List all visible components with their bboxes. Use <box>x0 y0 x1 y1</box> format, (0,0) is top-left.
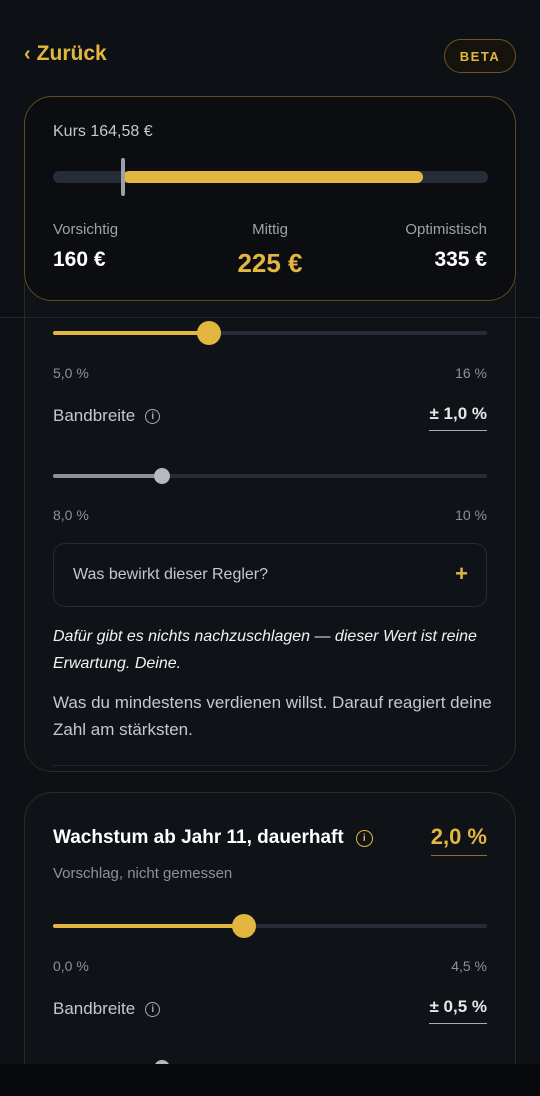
back-label: Zurück <box>36 42 107 65</box>
kurs-range-fill <box>122 171 423 183</box>
bandbreite-label: Bandbreite <box>53 999 136 1018</box>
faq-question: Was bewirkt dieser Regler? <box>73 566 269 583</box>
bandbreite-value[interactable]: ± 0,5 % <box>429 997 487 1024</box>
growth-title-row: Wachstum ab Jahr 11, dauerhaft i <box>53 827 373 849</box>
growth-slider-min: 0,0 % <box>53 958 89 974</box>
faq-accordion[interactable]: Was bewirkt dieser Regler? + <box>53 543 487 607</box>
info-icon[interactable]: i <box>145 408 161 424</box>
back-button[interactable]: ‹ Zurück <box>24 42 107 66</box>
growth-subtitle: Vorschlag, nicht gemessen <box>53 865 233 882</box>
band-slider-min: 8,0 % <box>53 507 89 523</box>
plus-icon[interactable]: + <box>455 561 468 587</box>
growth-value[interactable]: 2,0 % <box>430 824 487 856</box>
return-slider-min: 5,0 % <box>53 365 89 381</box>
sticky-divider <box>0 317 540 318</box>
scenario-high-value: 335 € <box>434 248 487 271</box>
band-slider-fill <box>53 474 162 478</box>
bandbreite-label-row: Bandbreite i <box>53 999 161 1019</box>
scenario-high-label: Optimistisch <box>405 221 487 238</box>
card-divider <box>53 765 487 766</box>
bandbreite-label: Bandbreite <box>53 406 136 425</box>
note-italic: Dafür gibt es nichts nachzuschlagen — di… <box>53 628 477 672</box>
band-slider-max: 10 % <box>455 507 487 523</box>
return-slider-fill <box>53 331 210 335</box>
chevron-left-icon: ‹ <box>24 42 31 65</box>
kurs-summary-card: Kurs 164,58 € Vorsichtig Mittig Optimist… <box>24 96 516 301</box>
return-slider-max: 16 % <box>455 365 487 381</box>
info-icon[interactable]: i <box>145 1001 161 1017</box>
growth-title: Wachstum ab Jahr 11, dauerhaft <box>53 827 344 848</box>
bottom-fade <box>0 1064 540 1096</box>
growth-slider-max: 4,5 % <box>451 958 487 974</box>
note-text: Was du mindestens verdienen willst. Dara… <box>53 693 492 739</box>
current-price-marker <box>120 158 125 196</box>
info-icon[interactable]: i <box>355 829 373 847</box>
growth-slider-thumb[interactable] <box>231 914 256 938</box>
growth-slider-fill <box>53 924 244 928</box>
beta-badge: BETA <box>444 39 516 73</box>
bandbreite-value[interactable]: ± 1,0 % <box>429 404 487 431</box>
screen: 5,0 % 16 % Bandbreite i ± 1,0 % 8,0 % 10… <box>0 0 540 1096</box>
kurs-label: Kurs 164,58 € <box>53 123 153 140</box>
bandbreite-label-row: Bandbreite i <box>53 406 161 426</box>
band-slider-thumb[interactable] <box>153 468 170 484</box>
